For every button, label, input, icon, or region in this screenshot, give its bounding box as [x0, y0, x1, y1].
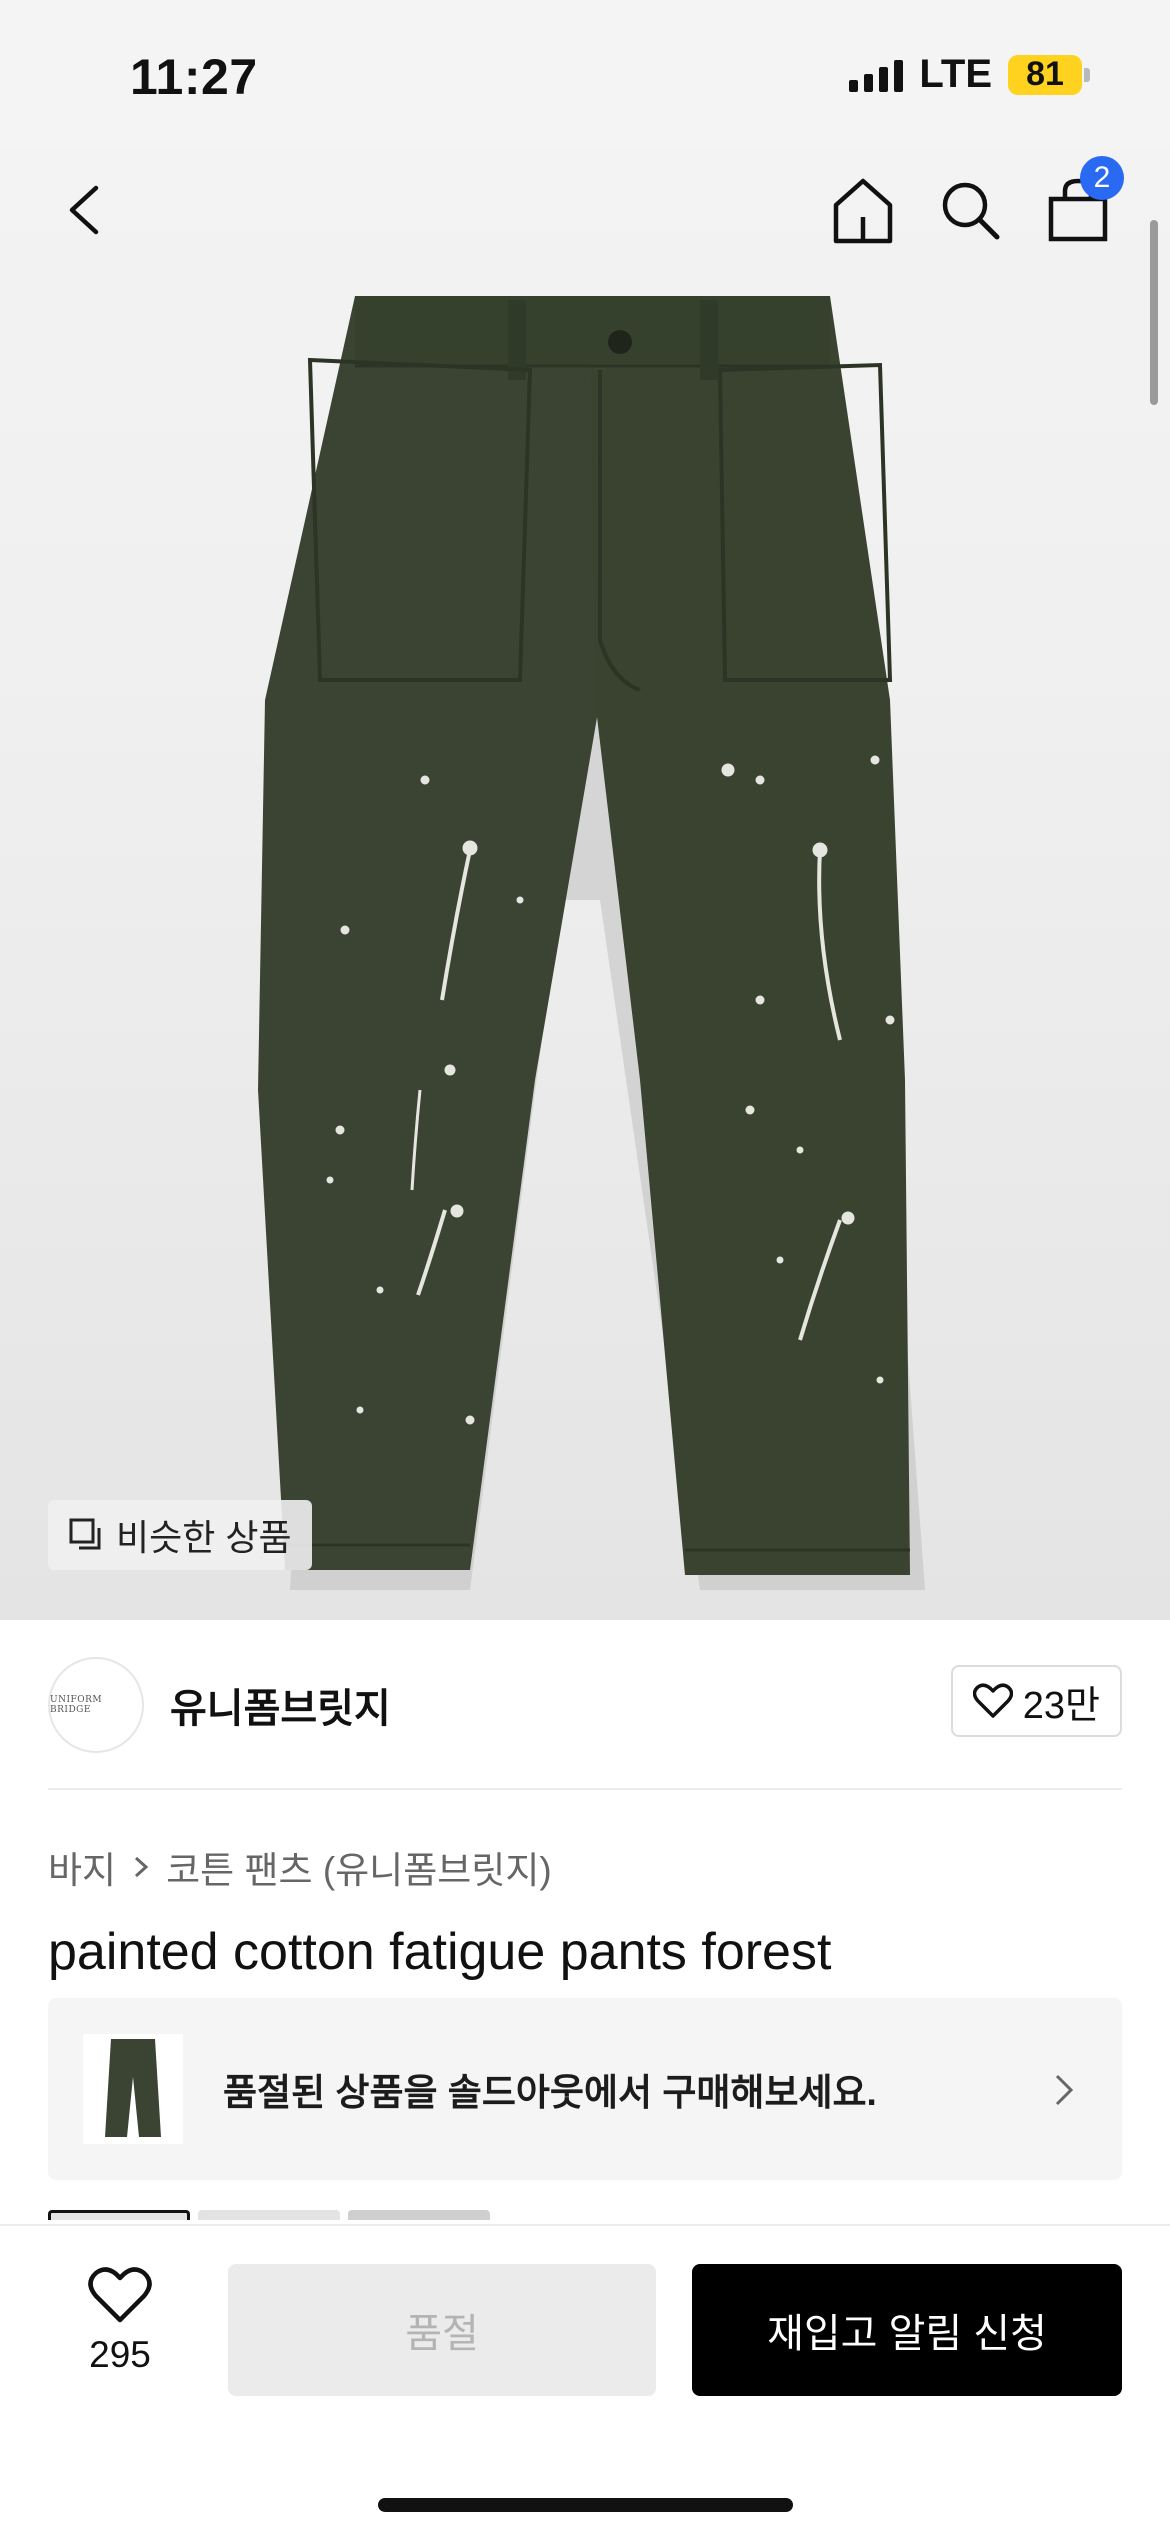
scrollbar[interactable] [1150, 220, 1158, 405]
chevron-left-icon [69, 185, 99, 235]
brand-like-button[interactable]: 23만 [950, 1665, 1122, 1737]
pants-left-leg [258, 296, 605, 1570]
brand-logo[interactable]: UNIFORM BRIDGE [48, 1657, 144, 1753]
color-option[interactable] [348, 2210, 490, 2220]
soldout-button: 품절 [228, 2264, 656, 2396]
soldout-banner[interactable]: 품절된 상품을 솔드아웃에서 구매해보세요. [48, 1998, 1122, 2180]
bottom-action-bar: 295 품절 재입고 알림 신청 [0, 2224, 1170, 2532]
wish-button[interactable]: 295 [70, 2266, 170, 2376]
similar-products-button[interactable]: 비슷한 상품 [48, 1500, 312, 1570]
pants-right-leg [590, 296, 910, 1575]
status-bar: 11:27 LTE 81 [0, 0, 1170, 150]
brand-like-count: 23만 [1022, 1684, 1100, 1727]
top-navigation: 2 [0, 156, 1170, 270]
wish-count: 295 [89, 2334, 151, 2375]
breadcrumb-subcategory[interactable]: 코튼 팬츠 (유니폼브릿지) [166, 1840, 552, 1894]
brand-name[interactable]: 유니폼브릿지 [170, 1676, 391, 1734]
signal-icon [849, 58, 904, 92]
product-title: painted cotton fatigue pants forest [48, 1923, 832, 1981]
chevron-right-icon [135, 1856, 149, 1878]
color-options [48, 2210, 490, 2220]
color-option[interactable] [198, 2210, 340, 2220]
similar-products-label: 비슷한 상품 [116, 1517, 292, 1558]
product-thumbnail [83, 2034, 183, 2144]
home-indicator[interactable] [378, 2498, 793, 2512]
battery-level: 81 [1008, 54, 1082, 95]
network-label: LTE [919, 52, 992, 96]
brand-row[interactable]: UNIFORM BRIDGE 유니폼브릿지 23만 [48, 1655, 1122, 1755]
chevron-right-icon [1055, 2074, 1074, 2106]
cart-button[interactable]: 2 [1038, 156, 1124, 250]
search-icon [942, 182, 1000, 240]
back-button[interactable] [45, 170, 125, 250]
soldout-banner-text: 품절된 상품을 솔드아웃에서 구매해보세요. [223, 2072, 877, 2113]
copy-icon [69, 1518, 101, 1550]
breadcrumb: 바지 코튼 팬츠 (유니폼브릿지) [48, 1840, 552, 1894]
breadcrumb-category[interactable]: 바지 [48, 1840, 116, 1894]
home-button[interactable] [823, 170, 903, 250]
heart-icon [972, 1683, 1013, 1718]
home-icon [833, 178, 893, 244]
battery-icon: 81 [1008, 54, 1090, 95]
restock-alert-button[interactable]: 재입고 알림 신청 [692, 2264, 1122, 2396]
color-option[interactable] [48, 2210, 190, 2220]
brand-logo-text: UNIFORM BRIDGE [50, 1695, 103, 1715]
heart-icon [88, 2267, 152, 2323]
status-time: 11:27 [130, 49, 258, 105]
cart-count-badge: 2 [1080, 156, 1124, 200]
search-button[interactable] [930, 170, 1010, 250]
divider [48, 1788, 1122, 1790]
